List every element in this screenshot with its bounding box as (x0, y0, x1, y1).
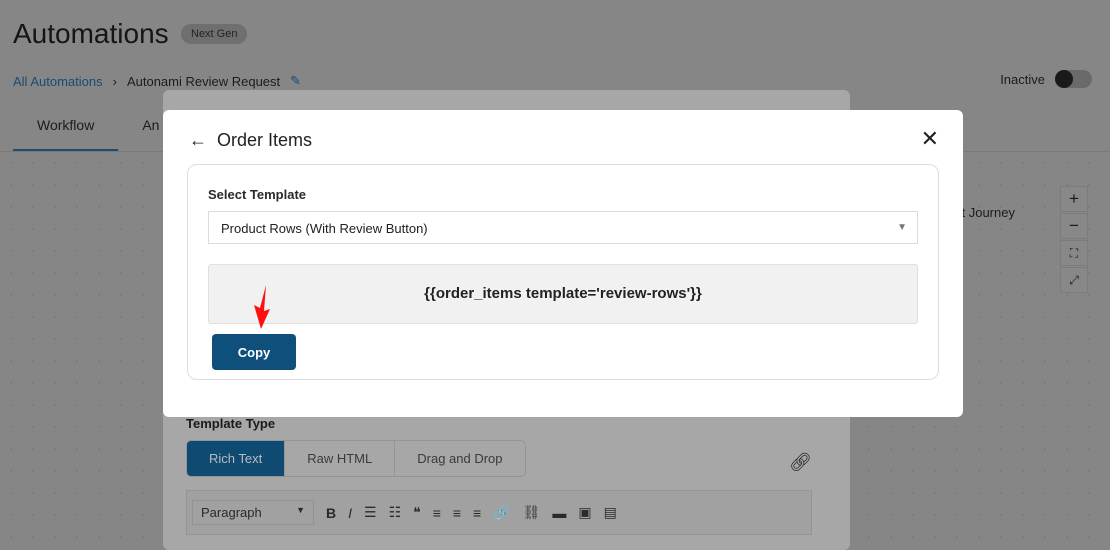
modal-header: ← Order Items (189, 130, 312, 151)
automation-status: Inactive (1000, 70, 1092, 88)
plus-icon[interactable]: + (1060, 186, 1088, 212)
pencil-icon[interactable]: ✎ (290, 73, 301, 89)
modal-title: Order Items (217, 130, 313, 150)
minus-icon[interactable]: − (1060, 213, 1088, 239)
zoom-controls: + − ⛶ ⤢ (1060, 186, 1088, 294)
unlink-icon[interactable]: ⛓ (523, 504, 541, 521)
copy-button[interactable]: Copy (212, 334, 296, 370)
page-title: Automations (13, 18, 169, 49)
type-rich-text[interactable]: Rich Text (187, 441, 286, 476)
fit-icon[interactable]: ⛶ (1060, 240, 1088, 266)
align-center-icon[interactable]: ≡ (453, 505, 461, 521)
expand-icon[interactable]: ⤢ (1060, 267, 1088, 293)
format-select[interactable]: Paragraph ▼ (192, 500, 314, 525)
read-more-icon[interactable]: ▬ (552, 505, 566, 521)
media-icon[interactable]: ▣ (578, 504, 591, 521)
breadcrumb-current: Autonami Review Request (126, 73, 281, 89)
journey-node[interactable]: ct Journey (955, 205, 1015, 220)
tabs: Workflow An (13, 117, 183, 152)
chevron-down-icon: ▼ (897, 222, 907, 233)
tab-workflow[interactable]: Workflow (13, 117, 119, 152)
italic-icon[interactable]: I (348, 505, 352, 521)
status-label: Inactive (1000, 71, 1045, 87)
align-left-icon[interactable]: ≡ (433, 505, 441, 521)
type-drag-drop[interactable]: Drag and Drop (395, 441, 524, 476)
insert-link-icon[interactable]: 🔗 (493, 504, 510, 521)
order-items-modal: ← Order Items ✕ Select Template Product … (163, 110, 963, 417)
template-select[interactable]: Product Rows (With Review Button) ▼ (208, 211, 918, 244)
template-type-label: Template Type (186, 416, 276, 431)
toolbar-toggle-icon[interactable]: ▤ (604, 504, 617, 521)
chevron-down-icon: ▼ (296, 505, 305, 515)
editor-toolbar: Paragraph ▼ B I ☰ ☷ ❝ ≡ ≡ ≡ 🔗 ⛓ ▬ ▣ ▤ (186, 490, 812, 535)
close-icon[interactable]: ✕ (921, 126, 939, 152)
template-type-selector: Rich Text Raw HTML Drag and Drop (186, 440, 526, 477)
align-right-icon[interactable]: ≡ (473, 505, 481, 521)
bullet-list-icon[interactable]: ☰ (364, 504, 377, 521)
type-raw-html[interactable]: Raw HTML (285, 441, 396, 476)
merge-tag-display: {{order_items template='review-rows'}} (208, 264, 918, 324)
numbered-list-icon[interactable]: ☷ (389, 504, 402, 521)
breadcrumb-all-automations[interactable]: All Automations (13, 74, 103, 89)
red-arrow-annotation-icon (254, 285, 270, 329)
link-icon[interactable]: 🔗︎ (789, 452, 812, 473)
select-template-label: Select Template (208, 187, 307, 202)
next-gen-badge: Next Gen (181, 24, 248, 44)
status-toggle[interactable] (1055, 70, 1092, 88)
template-select-value: Product Rows (With Review Button) (221, 221, 428, 236)
blockquote-icon[interactable]: ❝ (413, 504, 421, 521)
bold-icon[interactable]: B (326, 505, 336, 521)
breadcrumb: All Automations › Autonami Review Reques… (13, 73, 301, 89)
back-arrow-icon[interactable]: ← (189, 130, 207, 151)
format-select-value: Paragraph (201, 505, 262, 520)
template-card: Select Template Product Rows (With Revie… (187, 164, 939, 380)
chevron-right-icon: › (112, 73, 117, 89)
